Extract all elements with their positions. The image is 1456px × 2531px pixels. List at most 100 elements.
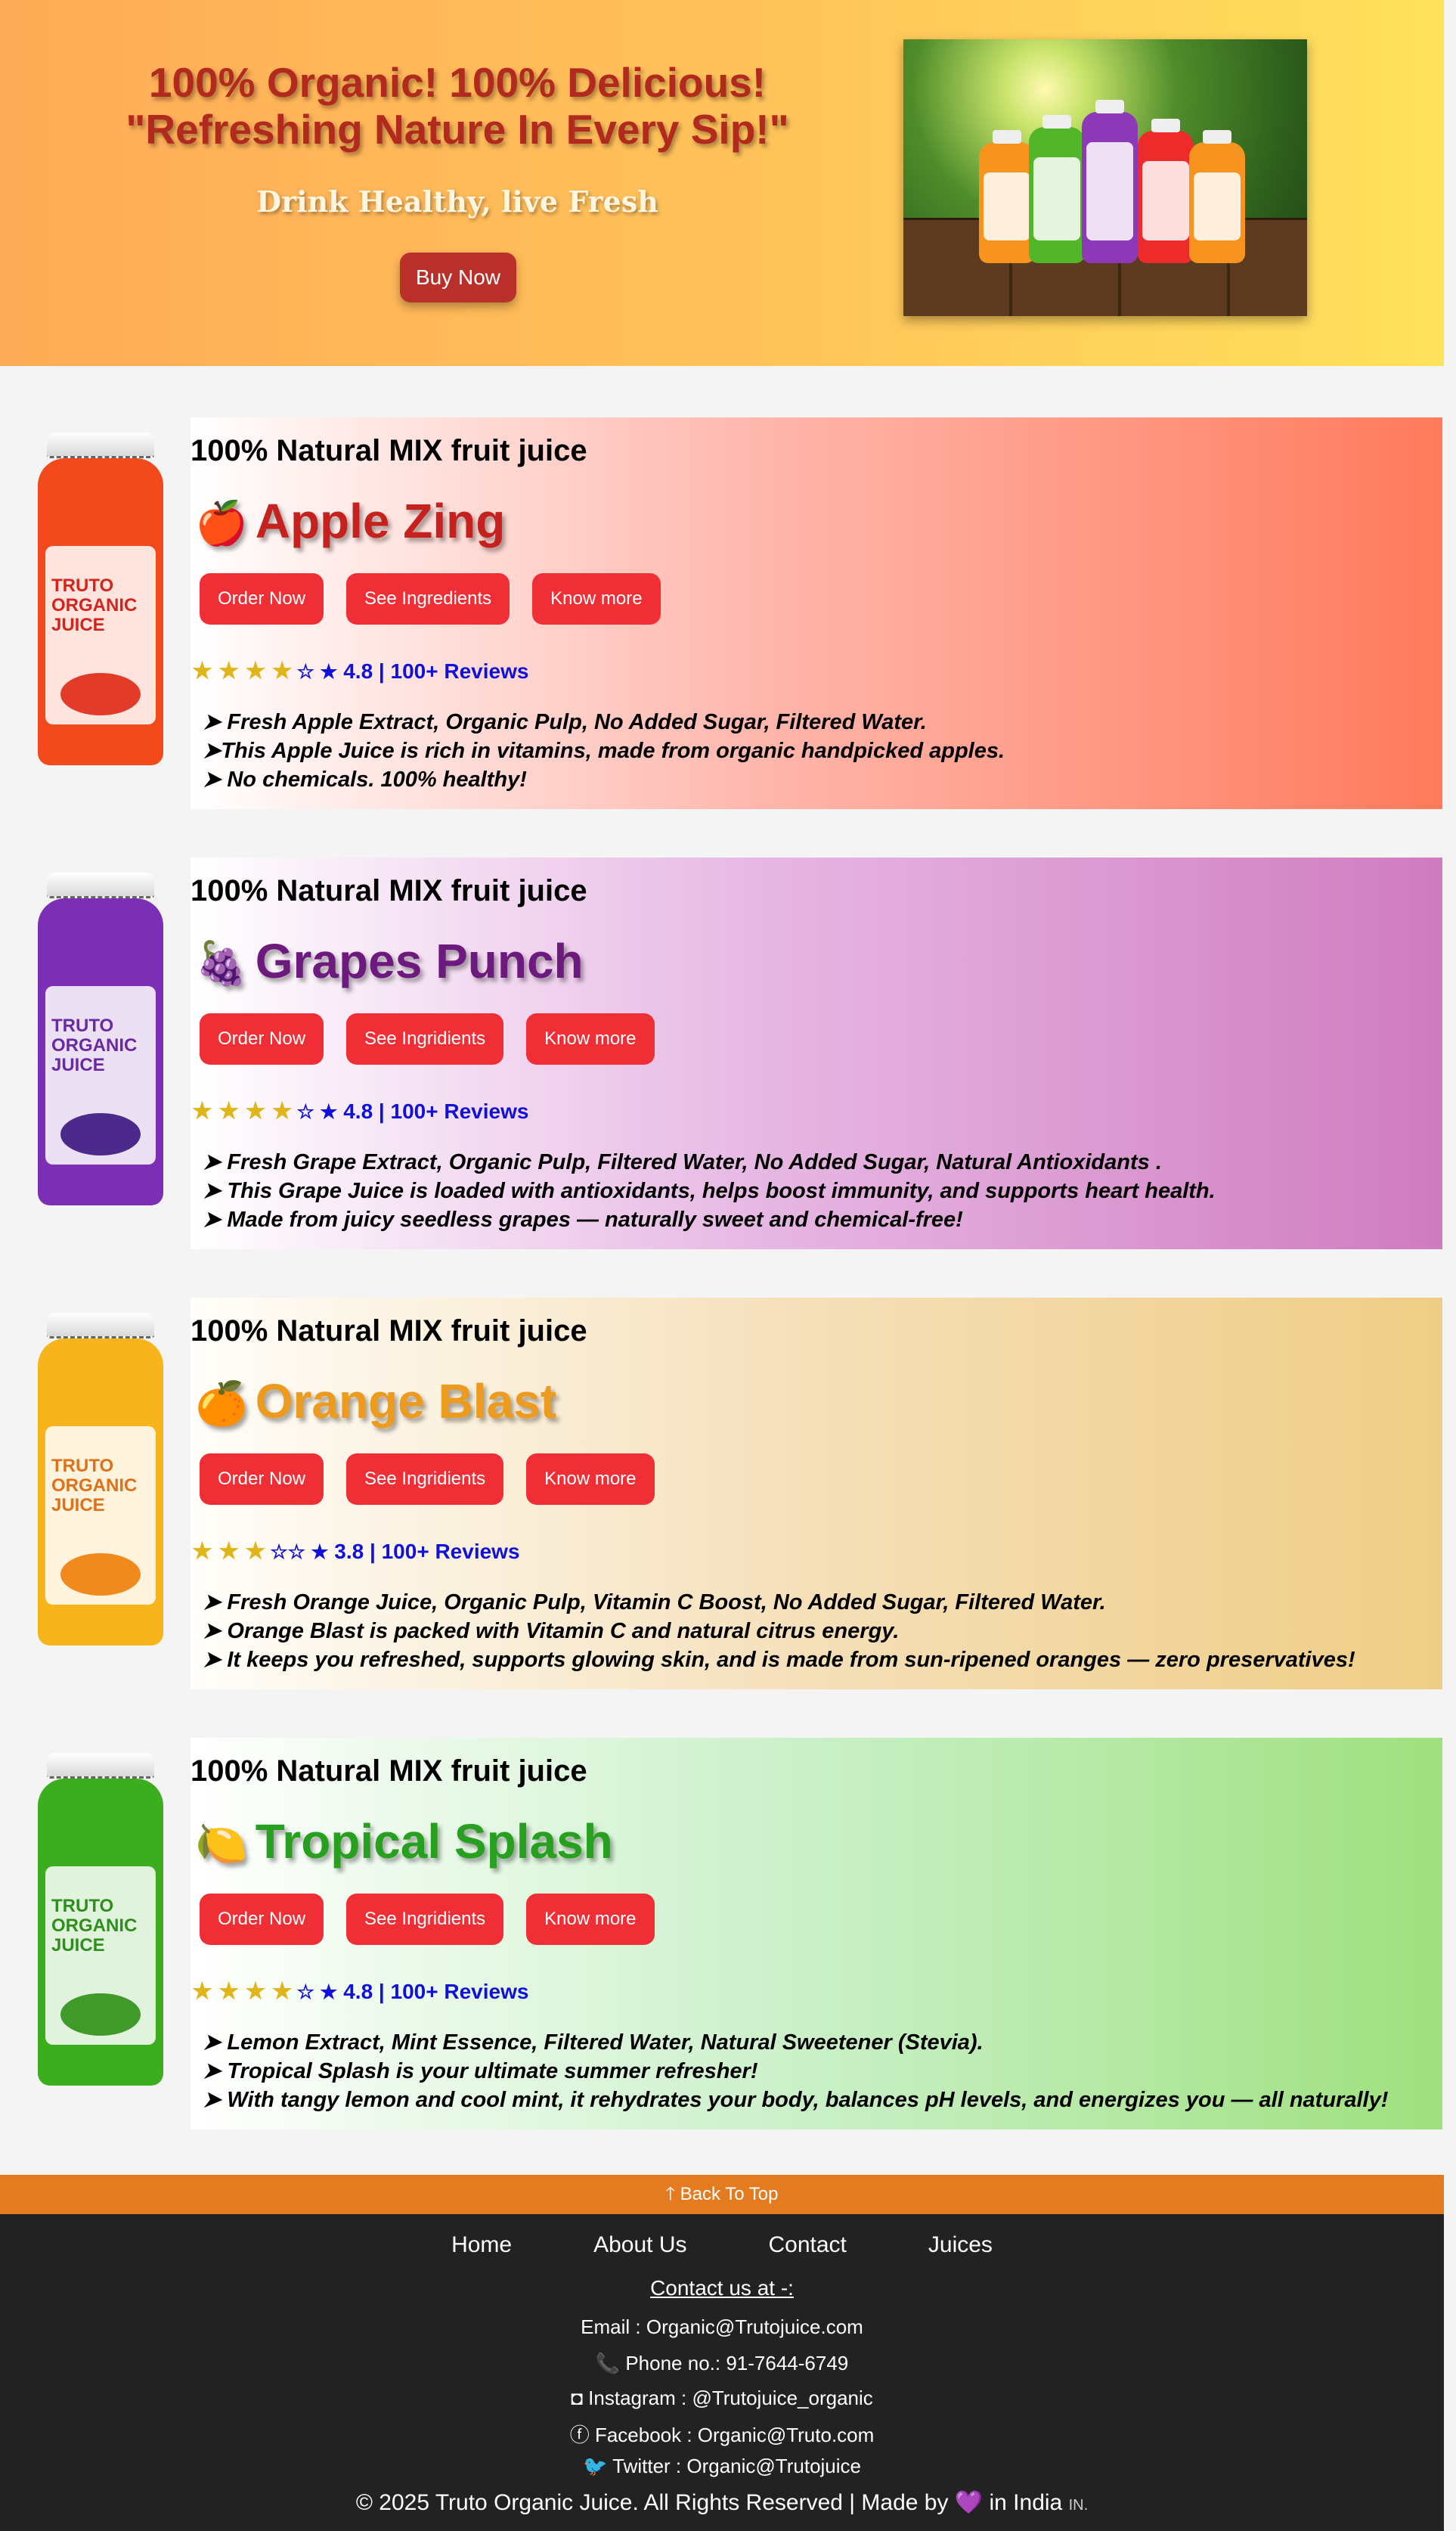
contact-instagram[interactable]: ◘ Instagram : @Trutojuice_organic	[0, 2387, 1444, 2410]
orange-juice-bottle-image: TRUTO ORGANIC JUICE	[38, 1313, 163, 1645]
product-name: 🍇 Grapes Punch	[195, 934, 584, 988]
product-tagline: 100% Natural MIX fruit juice	[191, 1754, 587, 1788]
contact-phone[interactable]: 📞 Phone no.: 91-7644-6749	[0, 2352, 1444, 2375]
product-actions: Order Now See Ingridients Know more	[200, 1013, 655, 1065]
product-rating: ★ ★ ★ ☆☆ ★ 3.8 | 100+ Reviews	[192, 1538, 520, 1565]
product-name: 🍎 Apple Zing	[195, 494, 506, 548]
grapes-icon: 🍇	[195, 939, 248, 987]
mini-bottle-orange-2	[1189, 130, 1245, 263]
rating-text: 3.8 | 100+ Reviews	[334, 1540, 520, 1563]
hero-headline-line-2: "Refreshing Nature In Every Sip!"	[125, 106, 789, 153]
description-line: ➤ Tropical Splash is your ultimate summe…	[203, 2059, 758, 2083]
product-panel: 100% Natural MIX fruit juice 🍋 Tropical S…	[191, 1738, 1442, 2129]
description-line: ➤This Apple Juice is rich in vitamins, m…	[203, 739, 1005, 763]
product-actions: Order Now See Ingridients Know more	[200, 1453, 655, 1505]
product-description: ➤ Fresh Grape Extract, Organic Pulp, Fil…	[203, 1148, 1216, 1234]
product-actions: Order Now See Ingridients Know more	[200, 1894, 655, 1945]
product-tagline: 100% Natural MIX fruit juice	[191, 874, 587, 907]
description-line: ➤ Fresh Orange Juice, Organic Pulp, Vita…	[203, 1590, 1106, 1614]
product-tagline: 100% Natural MIX fruit juice	[191, 434, 587, 467]
see-ingredients-button[interactable]: See Ingridients	[346, 1453, 504, 1505]
mini-bottle-red	[1138, 119, 1194, 263]
twitter-icon: 🐦	[583, 2455, 613, 2477]
product-tropical-splash: TRUTO ORGANIC JUICE 100% Natural MIX fru…	[0, 1726, 1444, 2129]
facebook-icon: ⓕ	[569, 2424, 595, 2446]
footer: Home About Us Contact Juices Contact us …	[0, 2214, 1444, 2531]
description-line: ➤ Made from juicy seedless grapes — natu…	[203, 1208, 963, 1232]
description-line: ➤ Fresh Apple Extract, Organic Pulp, No …	[203, 710, 927, 734]
product-apple-zing: TRUTO ORGANIC JUICE 100% Natural MIX fru…	[0, 405, 1444, 809]
grape-juice-bottle-image: TRUTO ORGANIC JUICE	[38, 873, 163, 1205]
product-grapes-punch: TRUTO ORGANIC JUICE 100% Natural MIX fru…	[0, 845, 1444, 1249]
product-tagline: 100% Natural MIX fruit juice	[191, 1314, 587, 1348]
lime-icon: 🍋	[195, 1819, 248, 1867]
order-now-button[interactable]: Order Now	[200, 1013, 324, 1065]
know-more-button[interactable]: Know more	[526, 1013, 655, 1065]
description-line: ➤ With tangy lemon and cool mint, it reh…	[203, 2088, 1389, 2112]
mini-bottle-purple	[1082, 100, 1138, 263]
footer-nav-about[interactable]: About Us	[593, 2232, 686, 2258]
footer-nav-contact[interactable]: Contact	[769, 2232, 847, 2258]
product-panel: 100% Natural MIX fruit juice 🍎 Apple Zing…	[191, 417, 1442, 809]
product-name: 🍊 Orange Blast	[195, 1374, 557, 1428]
hero-juice-bottles-image	[903, 39, 1307, 316]
copyright-text: © 2025 Truto Organic Juice. All Rights R…	[355, 2490, 1089, 2515]
product-description: ➤ Fresh Apple Extract, Organic Pulp, No …	[203, 708, 1005, 794]
description-line: ➤ This Grape Juice is loaded with antiox…	[203, 1179, 1216, 1203]
contact-twitter[interactable]: 🐦 Twitter : Organic@Trutojuice	[0, 2455, 1444, 2478]
mini-bottle-orange	[979, 130, 1035, 263]
hero-headline-line-1: 100% Organic! 100% Delicious!	[148, 59, 767, 106]
orange-icon: 🍊	[195, 1379, 248, 1427]
instagram-icon: ◘	[571, 2387, 589, 2409]
order-now-button[interactable]: Order Now	[200, 1453, 324, 1505]
description-line: ➤ Orange Blast is packed with Vitamin C …	[203, 1619, 900, 1643]
india-tag: IN.	[1068, 2497, 1089, 2514]
back-to-top-link[interactable]: 🡑 Back To Top	[0, 2175, 1444, 2214]
product-orange-blast: TRUTO ORGANIC JUICE 100% Natural MIX fru…	[0, 1286, 1444, 1689]
order-now-button[interactable]: Order Now	[200, 573, 324, 625]
hero-headline: 100% Organic! 100% Delicious! "Refreshin…	[91, 59, 824, 153]
mini-bottle-green	[1029, 115, 1085, 263]
know-more-button[interactable]: Know more	[532, 573, 661, 625]
hero-section: 100% Organic! 100% Delicious! "Refreshin…	[0, 0, 1444, 366]
empty-star-icon: ☆☆ ★	[270, 1540, 329, 1563]
description-line: ➤ No chemicals. 100% healthy!	[203, 768, 527, 792]
empty-star-icon: ☆ ★	[296, 1980, 338, 2003]
contact-facebook[interactable]: ⓕ Facebook : Organic@Truto.com	[0, 2420, 1444, 2448]
know-more-button[interactable]: Know more	[526, 1453, 655, 1505]
rating-text: 4.8 | 100+ Reviews	[343, 1100, 529, 1123]
description-line: ➤ Fresh Grape Extract, Organic Pulp, Fil…	[203, 1150, 1162, 1174]
product-actions: Order Now See Ingredients Know more	[200, 573, 661, 625]
product-name: 🍋 Tropical Splash	[195, 1814, 613, 1869]
empty-star-icon: ☆ ★	[296, 660, 338, 683]
description-line: ➤ It keeps you refreshed, supports glowi…	[203, 1648, 1355, 1672]
rating-text: 4.8 | 100+ Reviews	[343, 659, 529, 683]
buy-now-button[interactable]: Buy Now	[400, 253, 516, 302]
product-panel: 100% Natural MIX fruit juice 🍊 Orange Bla…	[191, 1298, 1442, 1689]
filled-stars-icon: ★ ★ ★ ★	[192, 1979, 293, 2004]
description-line: ➤ Lemon Extract, Mint Essence, Filtered …	[203, 2030, 984, 2055]
rating-text: 4.8 | 100+ Reviews	[343, 1980, 529, 2003]
footer-nav-home[interactable]: Home	[451, 2232, 512, 2258]
filled-stars-icon: ★ ★ ★	[192, 1539, 266, 1564]
filled-stars-icon: ★ ★ ★ ★	[192, 1099, 293, 1124]
product-panel: 100% Natural MIX fruit juice 🍇 Grapes Pun…	[191, 858, 1442, 1249]
hero-subheadline: Drink Healthy, live Fresh	[256, 185, 658, 219]
product-rating: ★ ★ ★ ★ ☆ ★ 4.8 | 100+ Reviews	[192, 1978, 528, 2005]
tropical-juice-bottle-image: TRUTO ORGANIC JUICE	[38, 1753, 163, 2086]
know-more-button[interactable]: Know more	[526, 1894, 655, 1945]
apple-icon: 🍎	[195, 499, 248, 547]
contact-email[interactable]: Email : Organic@Trutojuice.com	[0, 2315, 1444, 2339]
footer-nav: Home About Us Contact Juices	[0, 2232, 1444, 2258]
filled-stars-icon: ★ ★ ★ ★	[192, 659, 293, 684]
product-description: ➤ Lemon Extract, Mint Essence, Filtered …	[203, 2028, 1388, 2114]
see-ingredients-button[interactable]: See Ingridients	[346, 1894, 504, 1945]
see-ingredients-button[interactable]: See Ingredients	[346, 573, 510, 625]
empty-star-icon: ☆ ★	[296, 1100, 338, 1123]
see-ingredients-button[interactable]: See Ingridients	[346, 1013, 504, 1065]
contact-heading: Contact us at -:	[650, 2276, 794, 2300]
apple-juice-bottle-image: TRUTO ORGANIC JUICE	[38, 433, 163, 765]
order-now-button[interactable]: Order Now	[200, 1894, 324, 1945]
product-rating: ★ ★ ★ ★ ☆ ★ 4.8 | 100+ Reviews	[192, 1098, 528, 1124]
footer-nav-juices[interactable]: Juices	[928, 2232, 993, 2258]
